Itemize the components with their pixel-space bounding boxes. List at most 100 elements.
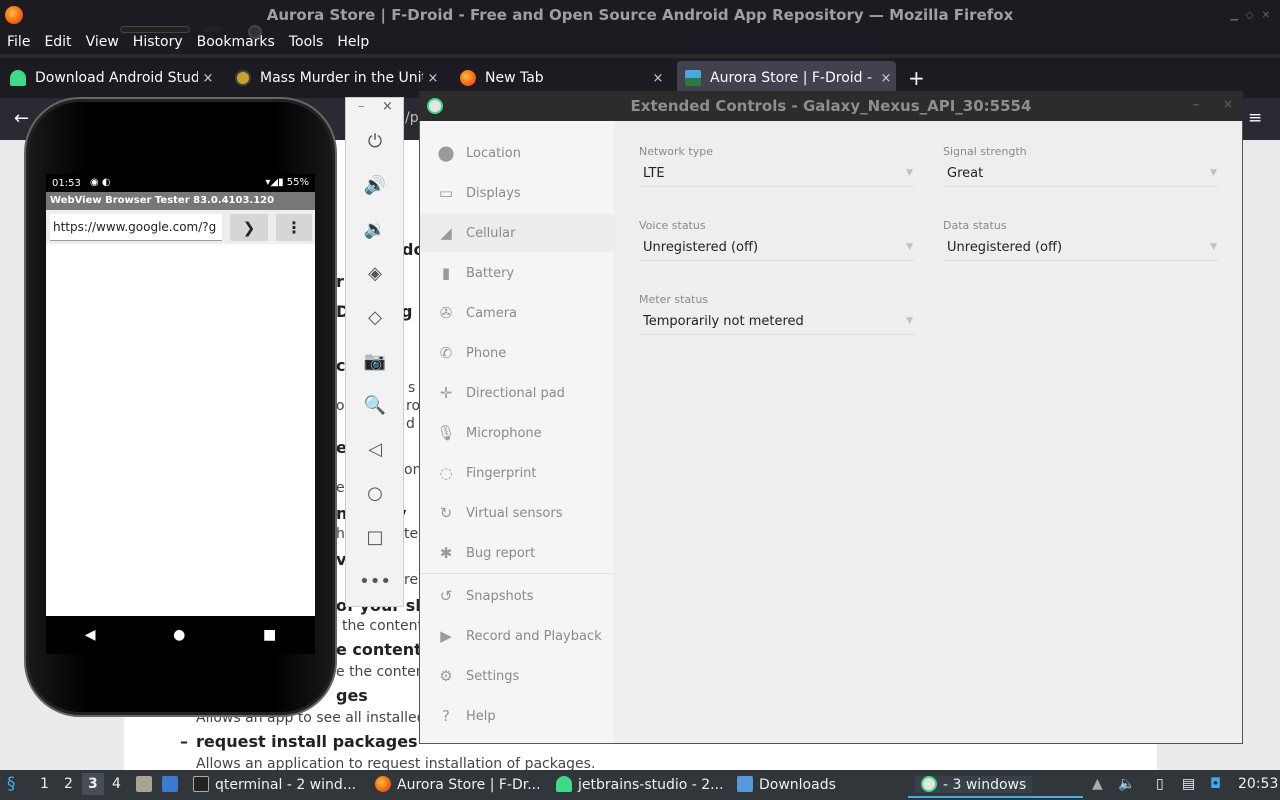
page-text-fragment: d	[406, 416, 415, 432]
close-tab-icon[interactable]: ×	[876, 71, 896, 86]
menu-view[interactable]: View	[79, 34, 126, 50]
menu-edit[interactable]: Edit	[37, 34, 78, 50]
nav-item-label: Snapshots	[466, 588, 534, 604]
permission-description: the contents	[342, 618, 431, 634]
phone-camera	[248, 25, 262, 39]
network-type-select[interactable]: LTE ▼	[639, 161, 915, 187]
tab-new-tab[interactable]: New Tab ×	[452, 61, 668, 95]
menu-bookmarks[interactable]: Bookmarks	[190, 34, 282, 50]
overview-icon[interactable]: □	[361, 523, 389, 551]
desktop-4[interactable]: 4	[112, 776, 121, 792]
clock[interactable]: 20:53	[1238, 776, 1278, 792]
nav-item-record-playback[interactable]: ▶ Record and Playback	[420, 617, 614, 655]
close-tab-icon[interactable]: ×	[423, 71, 443, 86]
nav-item-camera[interactable]: ✇ Camera	[420, 294, 614, 332]
menu-tools[interactable]: Tools	[282, 34, 331, 50]
nav-item-directional-pad[interactable]: ✛ Directional pad	[420, 374, 614, 412]
new-tab-button[interactable]: +	[908, 66, 925, 90]
camera-icon[interactable]: 📷	[361, 347, 389, 375]
sidebar-divider	[420, 573, 614, 574]
nav-item-label: Settings	[466, 668, 520, 684]
voice-status-select[interactable]: Unregistered (off) ▼	[639, 235, 915, 261]
task-firefox[interactable]: Aurora Store | F-Dr...	[375, 776, 541, 793]
folder-icon	[737, 776, 753, 792]
back-icon[interactable]: ◁	[361, 435, 389, 463]
nav-item-label: Camera	[466, 305, 518, 321]
permission-title: e contents	[336, 640, 432, 659]
page-text-fragment: s	[408, 380, 416, 396]
close-icon[interactable]: ×	[382, 99, 393, 114]
menu-help[interactable]: Help	[330, 34, 376, 50]
minimize-icon[interactable]: ▁	[1230, 10, 1238, 21]
update-icon[interactable]: ◘	[1210, 776, 1221, 792]
nav-recent-icon[interactable]: ■	[263, 627, 276, 643]
permission-description: e the content	[336, 664, 431, 680]
signal-strength-select[interactable]: Great ▼	[943, 161, 1219, 187]
nav-item-phone[interactable]: ✆ Phone	[420, 334, 614, 372]
tab-android-studio[interactable]: Download Android Studio ×	[2, 61, 218, 95]
firefox-icon	[375, 776, 391, 792]
nav-item-microphone[interactable]: 🎙 Microphone	[420, 414, 614, 452]
rotate-left-icon[interactable]: ◈	[361, 259, 389, 287]
nav-item-fingerprint[interactable]: ◌ Fingerprint	[420, 454, 614, 492]
task-qterminal[interactable]: qterminal - 2 wind...	[193, 776, 356, 793]
app-launcher-icon[interactable]	[136, 776, 158, 793]
dropdown-arrow-icon: ▼	[906, 316, 913, 326]
maximize-icon[interactable]: ◇	[1246, 10, 1254, 21]
sensors-icon: ↻	[439, 504, 453, 522]
clipboard-icon[interactable]: ▯	[1156, 776, 1164, 792]
minimize-icon[interactable]: –	[358, 99, 365, 114]
tab-mass-murder[interactable]: Mass Murder in the United ×	[227, 61, 443, 95]
home-icon[interactable]: ○	[361, 479, 389, 507]
active-task-indicator	[908, 796, 1083, 798]
start-menu-icon[interactable]: §	[7, 774, 16, 794]
webview-url-input[interactable]	[50, 214, 222, 241]
tab-aurora-store[interactable]: Aurora Store | F-Droid - Fr ×	[677, 61, 896, 95]
nav-item-cellular[interactable]: ◢ Cellular	[420, 214, 614, 252]
task-android-studio[interactable]: jetbrains-studio - 2...	[556, 776, 724, 793]
close-icon[interactable]: ✕	[1262, 10, 1270, 21]
nav-item-help[interactable]: ? Help	[420, 697, 614, 735]
data-status-label: Data status	[943, 219, 1007, 232]
minimize-icon[interactable]: –	[1193, 97, 1199, 111]
nav-item-location[interactable]: ⬤ Location	[420, 134, 614, 172]
close-tab-icon[interactable]: ×	[648, 71, 668, 86]
nav-item-settings[interactable]: ⚙ Settings	[420, 657, 614, 695]
select-value: LTE	[643, 166, 665, 181]
volume-down-icon[interactable]: 🔉	[361, 215, 389, 243]
task-emulator[interactable]: - 3 windows	[915, 776, 1033, 793]
task-downloads[interactable]: Downloads	[737, 776, 836, 793]
nav-item-battery[interactable]: ▮ Battery	[420, 254, 614, 292]
signal-strength-label: Signal strength	[943, 145, 1027, 158]
zoom-icon[interactable]: 🔍	[361, 391, 389, 419]
meter-status-select[interactable]: Temporarily not metered ▼	[639, 309, 915, 335]
nav-item-displays[interactable]: ▭ Displays	[420, 174, 614, 212]
back-button[interactable]: ←	[14, 108, 29, 129]
nav-item-snapshots[interactable]: ↺ Snapshots	[420, 577, 614, 615]
tab-title: Aurora Store | F-Droid - Fr	[710, 70, 876, 86]
overflow-menu-button[interactable]: ⋮	[276, 214, 312, 241]
nav-item-bug-report[interactable]: ✱ Bug report	[420, 534, 614, 572]
volume-icon[interactable]: 🔈	[1118, 776, 1135, 792]
data-status-select[interactable]: Unregistered (off) ▼	[943, 235, 1219, 261]
go-button[interactable]: ❯	[230, 214, 268, 241]
rotate-right-icon[interactable]: ◇	[361, 303, 389, 331]
more-icon[interactable]: •••	[359, 567, 391, 595]
desktop-3[interactable]: 3	[82, 773, 104, 795]
menu-history[interactable]: History	[126, 34, 190, 50]
volume-up-icon[interactable]: 🔊	[361, 171, 389, 199]
menu-file[interactable]: File	[0, 34, 37, 50]
show-desktop-icon[interactable]	[162, 776, 184, 793]
permission-title: ges	[336, 686, 368, 705]
nav-item-virtual-sensors[interactable]: ↻ Virtual sensors	[420, 494, 614, 532]
hamburger-menu-button[interactable]: ≡	[1248, 108, 1262, 128]
desktop-1[interactable]: 1	[40, 776, 49, 792]
tray-arrow-icon[interactable]: ▲	[1092, 776, 1103, 792]
close-tab-icon[interactable]: ×	[198, 71, 218, 86]
desktop-2[interactable]: 2	[64, 776, 73, 792]
nav-home-icon[interactable]: ●	[173, 627, 185, 643]
network-icon[interactable]: ▤	[1182, 776, 1195, 792]
nav-back-icon[interactable]: ◀	[85, 627, 96, 643]
power-icon[interactable]: ⏻	[361, 127, 389, 155]
close-icon[interactable]: ×	[1223, 97, 1233, 111]
